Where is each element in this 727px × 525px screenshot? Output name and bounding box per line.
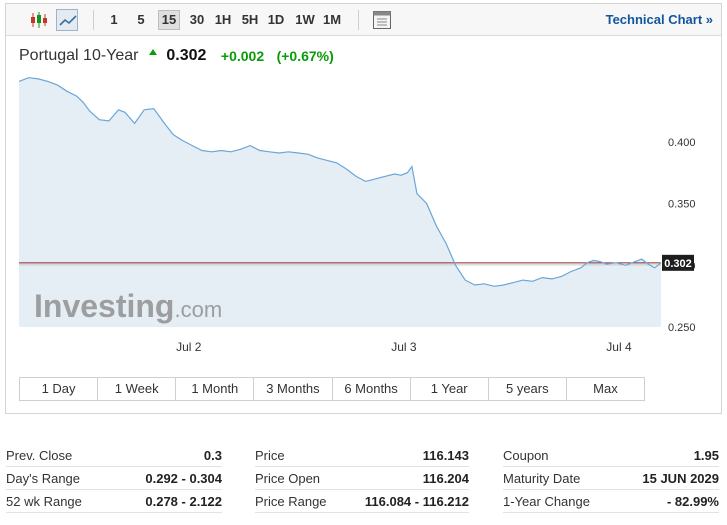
- stat-value: 116.143: [422, 448, 469, 463]
- stat-value: 1.95: [693, 448, 719, 463]
- stat-row: Prev. Close 0.3: [6, 445, 222, 467]
- range-6-months[interactable]: 6 Months: [333, 378, 411, 400]
- stat-row: Day's Range 0.292 - 0.304: [6, 468, 222, 490]
- range-selector: 1 Day 1 Week 1 Month 3 Months 6 Months 1 Year…: [19, 377, 645, 401]
- stat-label: Prev. Close: [6, 448, 73, 463]
- price-chart[interactable]: Investing.com0.2500.3000.3500.400Jul 2Ju…: [6, 4, 721, 364]
- stat-row: Price Open 116.204: [255, 468, 469, 490]
- stat-value: 0.292 - 0.304: [145, 471, 222, 486]
- y-tick-label: 0.350: [668, 199, 696, 211]
- stat-label: Day's Range: [6, 471, 81, 486]
- watermark-suffix: .com: [174, 297, 222, 322]
- range-1-week[interactable]: 1 Week: [98, 378, 177, 400]
- range-max[interactable]: Max: [567, 378, 644, 400]
- stat-value: - 82.99%: [666, 494, 719, 509]
- range-3-months[interactable]: 3 Months: [254, 378, 333, 400]
- stat-row: Maturity Date 15 JUN 2029: [503, 468, 719, 490]
- range-1-month[interactable]: 1 Month: [176, 378, 255, 400]
- stat-label: Maturity Date: [503, 471, 581, 486]
- stat-label: 1-Year Change: [503, 494, 590, 509]
- stat-value: 15 JUN 2029: [642, 471, 719, 486]
- y-tick-label: 0.400: [668, 137, 696, 149]
- watermark-main: Investing: [34, 288, 174, 324]
- stat-label: 52 wk Range: [6, 494, 82, 509]
- stat-value: 0.278 - 2.122: [145, 494, 222, 509]
- stat-label: Price Open: [255, 471, 321, 486]
- range-1-day[interactable]: 1 Day: [20, 378, 99, 400]
- stat-label: Price Range: [255, 494, 327, 509]
- stat-label: Price: [255, 448, 285, 463]
- stat-value: 0.3: [203, 448, 222, 463]
- stat-row: Price Range 116.084 - 116.212: [255, 491, 469, 513]
- stat-row: Price 116.143: [255, 445, 469, 467]
- stat-row: 1-Year Change - 82.99%: [503, 491, 719, 513]
- stat-value: 116.204: [422, 471, 469, 486]
- x-tick-label: Jul 4: [606, 340, 632, 354]
- last-value-label: 0.302: [664, 258, 692, 270]
- x-tick-label: Jul 3: [391, 340, 417, 354]
- stat-label: Coupon: [503, 448, 549, 463]
- range-5-years[interactable]: 5 years: [489, 378, 567, 400]
- stat-row: Coupon 1.95: [503, 445, 719, 467]
- y-tick-label: 0.250: [668, 322, 696, 334]
- range-1-year[interactable]: 1 Year: [411, 378, 489, 400]
- chart-widget: 1 5 15 30 1H 5H 1D 1W 1M Technical Chart » Portu…: [5, 3, 722, 414]
- x-tick-label: Jul 2: [176, 340, 202, 354]
- stat-row: 52 wk Range 0.278 - 2.122: [6, 491, 222, 513]
- stat-value: 116.084 - 116.212: [364, 494, 469, 509]
